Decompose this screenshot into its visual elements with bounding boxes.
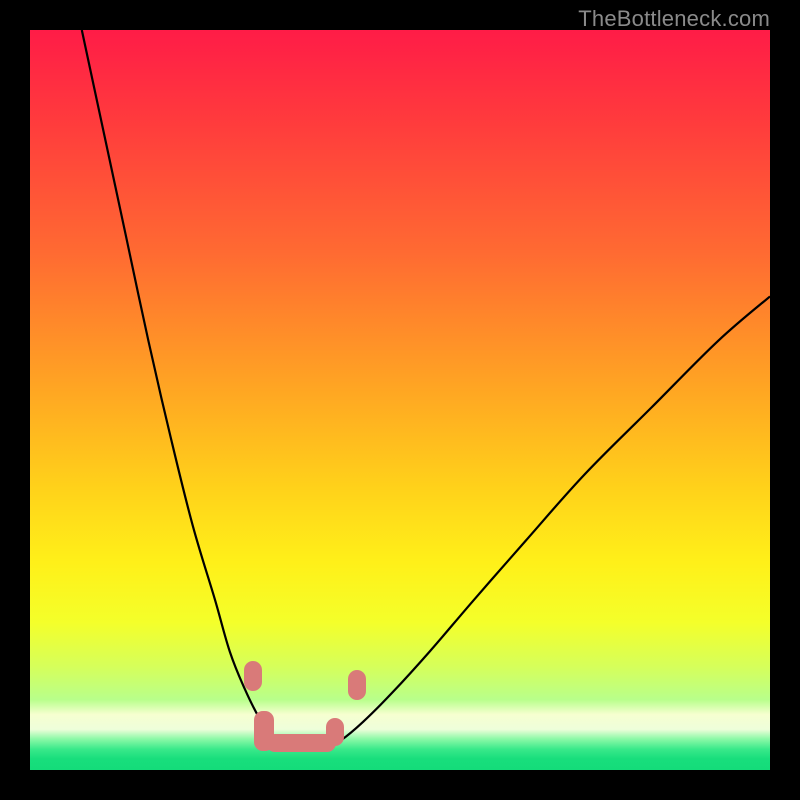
marker-bottom-bar-right: [326, 718, 344, 746]
chart-frame: TheBottleneck.com: [0, 0, 800, 800]
plot-area: [30, 30, 770, 770]
right-curve: [326, 296, 770, 747]
left-curve: [82, 30, 289, 748]
curve-layer: [30, 30, 770, 770]
marker-right-upper: [348, 670, 366, 700]
watermark-text: TheBottleneck.com: [578, 6, 770, 32]
marker-left-upper: [244, 661, 262, 691]
